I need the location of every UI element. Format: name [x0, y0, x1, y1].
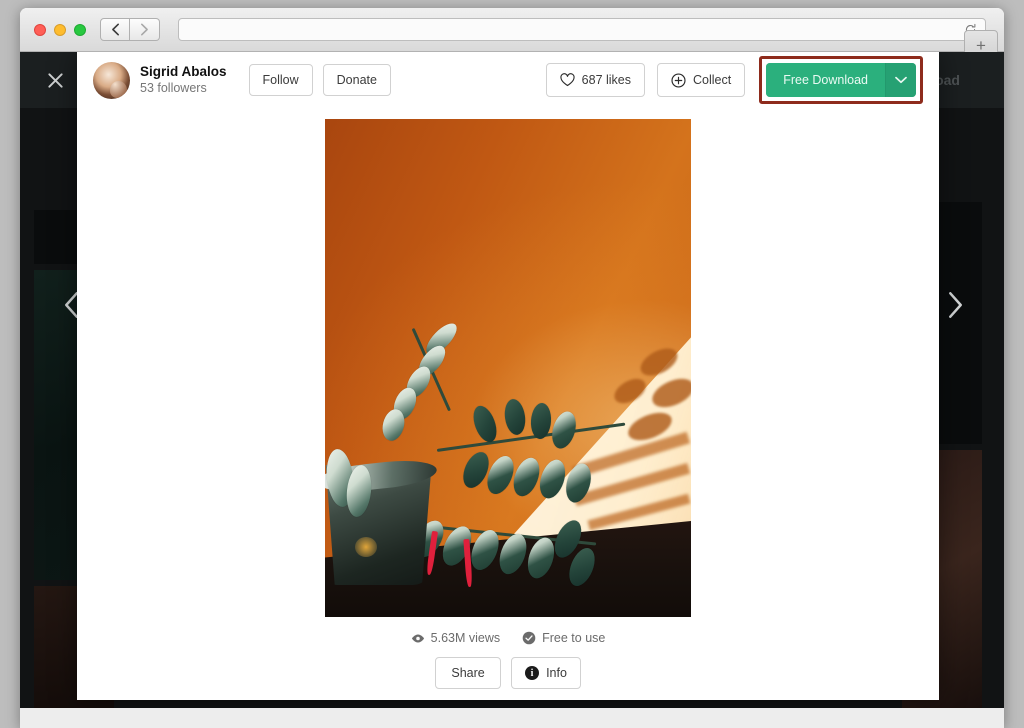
window-controls[interactable]: [34, 23, 86, 36]
license-label: Free to use: [542, 631, 606, 645]
header-actions: 687 likes Collect Free Download: [545, 56, 923, 104]
share-button[interactable]: Share: [435, 657, 502, 689]
minimize-window-button[interactable]: [54, 23, 66, 36]
free-download-button[interactable]: Free Download: [766, 63, 885, 97]
check-circle-icon: [522, 631, 536, 645]
collect-button[interactable]: Collect: [657, 63, 746, 97]
chevron-right-icon: [141, 23, 148, 36]
avatar[interactable]: [93, 61, 130, 99]
modal-body: 5.63M views Free to use Share i Info: [77, 108, 939, 700]
like-button[interactable]: 687 likes: [545, 63, 646, 97]
chevron-right-icon: [948, 292, 962, 318]
donate-label: Donate: [336, 73, 377, 87]
page-footer-strip: [20, 708, 1004, 728]
share-label: Share: [451, 666, 485, 680]
photo-image[interactable]: [325, 119, 691, 617]
desktop-background: + Pa Upload: [0, 0, 1024, 728]
download-label: Free Download: [783, 73, 868, 87]
photo-pot-glow: [355, 537, 377, 557]
follow-button[interactable]: Follow: [248, 64, 313, 96]
download-button-group[interactable]: Free Download: [766, 63, 916, 97]
chevron-left-icon: [111, 23, 119, 36]
download-annotation-highlight: Free Download: [759, 56, 923, 104]
collect-label: Collect: [693, 73, 732, 87]
address-bar[interactable]: [178, 18, 986, 41]
modal-header: Sigrid Abalos 53 followers Follow Donate: [77, 52, 939, 108]
donate-button[interactable]: Donate: [322, 64, 391, 96]
browser-toolbar: +: [20, 8, 1004, 60]
views-label: 5.63M views: [430, 631, 501, 645]
author-name[interactable]: Sigrid Abalos: [140, 64, 227, 81]
back-button[interactable]: [100, 18, 130, 41]
maximize-window-button[interactable]: [74, 23, 86, 36]
close-window-button[interactable]: [34, 23, 46, 36]
info-label: Info: [546, 666, 567, 680]
likes-label: 687 likes: [581, 73, 632, 87]
bottom-actions: Share i Info: [435, 657, 581, 689]
views-stat: 5.63M views: [411, 631, 500, 645]
page-content: Pa Upload: [20, 52, 1004, 728]
heart-icon: [560, 73, 575, 87]
close-lightbox-button[interactable]: [38, 63, 72, 97]
close-icon: [47, 72, 63, 88]
follow-label: Follow: [262, 73, 299, 87]
photo-meta-row: 5.63M views Free to use: [411, 631, 605, 645]
photo-lightbox-modal: Sigrid Abalos 53 followers Follow Donate: [77, 52, 939, 700]
info-button[interactable]: i Info: [511, 657, 581, 689]
author-text: Sigrid Abalos 53 followers: [140, 64, 227, 97]
plus-circle-icon: [671, 72, 686, 88]
license-stat: Free to use: [522, 631, 605, 645]
info-icon: i: [525, 666, 540, 680]
new-tab-label: +: [976, 35, 986, 55]
browser-nav-buttons[interactable]: [100, 18, 160, 41]
author-block[interactable]: Sigrid Abalos 53 followers: [93, 61, 227, 99]
chevron-down-icon: [895, 76, 907, 84]
forward-button[interactable]: [130, 18, 160, 41]
eye-icon: [411, 633, 424, 643]
author-followers: 53 followers: [140, 80, 207, 95]
download-options-button[interactable]: [885, 63, 916, 97]
browser-window: + Pa Upload: [20, 8, 1004, 728]
